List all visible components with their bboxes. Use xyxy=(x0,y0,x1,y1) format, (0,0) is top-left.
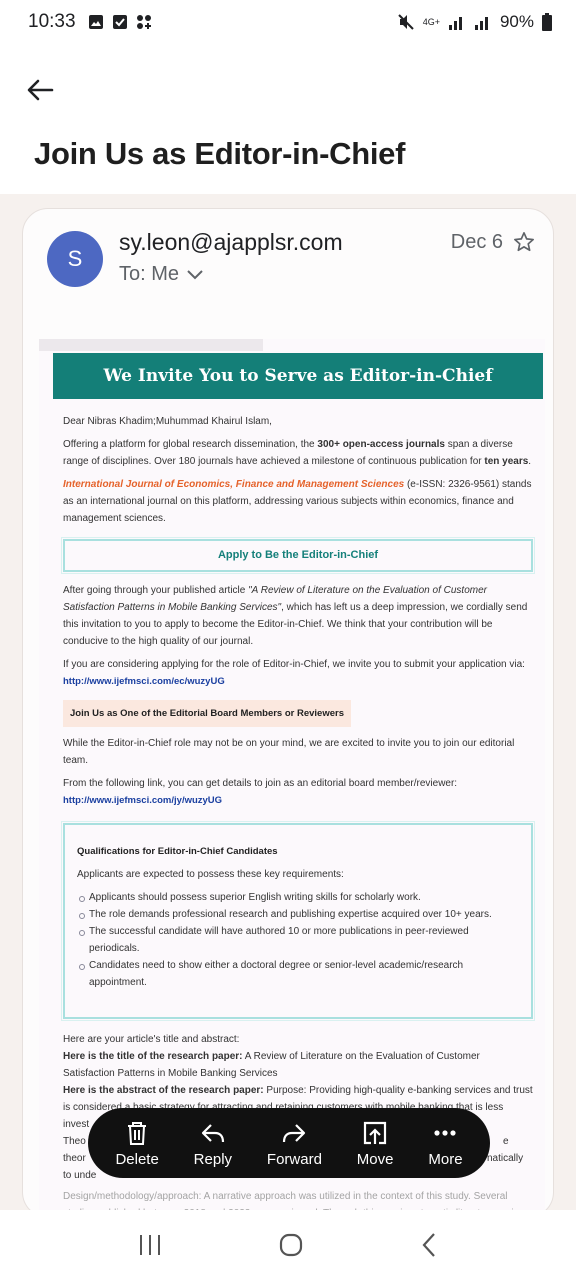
move-button[interactable]: Move xyxy=(356,1119,394,1168)
message-date: Dec 6 xyxy=(450,231,503,253)
forward-button[interactable]: Forward xyxy=(267,1119,322,1168)
application-paragraph: If you are considering applying for the … xyxy=(63,656,533,690)
more-label: More xyxy=(428,1150,463,1168)
abstract-label: Here is the abstract of the research pap… xyxy=(63,1085,264,1096)
home-icon[interactable] xyxy=(278,1232,304,1258)
intro-highlight-journals: 300+ open-access journals xyxy=(317,439,445,450)
abstract-fragment: to unde xyxy=(63,1170,97,1181)
back-button[interactable] xyxy=(20,70,60,110)
sender-address[interactable]: sy.leon@ajapplsr.com xyxy=(119,229,343,256)
paper-title-label: Here is the title of the research paper: xyxy=(63,1051,243,1062)
email-body: We Invite You to Serve as Editor-in-Chie… xyxy=(39,339,545,1217)
move-to-folder-icon xyxy=(364,1121,387,1144)
network-type: 4G+ xyxy=(422,16,440,27)
message-action-bar: Delete Reply Forward Move More xyxy=(88,1108,490,1178)
chevron-down-icon xyxy=(187,269,203,279)
more-dots-icon xyxy=(434,1129,457,1136)
abstract-fragment: e xyxy=(503,1136,509,1147)
journal-paragraph: International Journal of Economics, Fina… xyxy=(63,476,533,527)
intro-period: . xyxy=(528,456,532,467)
email-content: Dear Nibras Khadim;Muhummad Khairul Isla… xyxy=(61,413,535,1217)
battery-percent: 90% xyxy=(499,12,534,31)
list-item: Applicants should possess superior Engli… xyxy=(77,889,519,906)
intro-text: Offering a platform for global research … xyxy=(63,439,318,450)
abstract-fragment: Theo xyxy=(63,1136,86,1147)
delete-label: Delete xyxy=(115,1150,159,1168)
qualifications-title: Qualifications for Editor-in-Chief Candi… xyxy=(77,846,278,857)
apply-link[interactable]: http://www.ijefmsci.com/ec/wuzyUG xyxy=(63,676,225,687)
abstract-fragment: theor xyxy=(63,1153,86,1164)
intro-paragraph: Offering a platform for global research … xyxy=(63,436,533,470)
board-paragraph: From the following link, you can get det… xyxy=(63,775,533,809)
intro-highlight-years: ten years xyxy=(484,456,529,467)
email-subject: Join Us as Editor-in-Chief xyxy=(34,136,406,171)
signal-icon xyxy=(448,17,462,30)
system-nav-bar xyxy=(0,1210,576,1280)
mute-icon xyxy=(397,14,414,30)
status-time: 10:33 xyxy=(28,11,76,32)
greeting: Dear Nibras Khadim;Muhummad Khairul Isla… xyxy=(63,416,272,427)
list-item: Candidates need to show either a doctora… xyxy=(77,957,519,991)
arrow-left-icon xyxy=(27,79,54,101)
board-link[interactable]: http://www.ijefmsci.com/jy/wuzyUG xyxy=(63,795,222,806)
avatar[interactable]: S xyxy=(47,231,103,287)
recipient-toggle[interactable]: To: Me xyxy=(119,263,203,286)
qualifications-box: Qualifications for Editor-in-Chief Candi… xyxy=(61,821,535,1021)
invitation-paragraph: After going through your published artic… xyxy=(63,582,533,650)
reply-icon xyxy=(201,1123,224,1142)
board-text: From the following link, you can get det… xyxy=(63,778,458,789)
abstract-fragment: natically xyxy=(487,1153,524,1164)
trash-icon xyxy=(128,1121,147,1145)
signal-icon-2 xyxy=(474,17,488,30)
forward-label: Forward xyxy=(266,1150,322,1168)
article-intro: Here are your article's title and abstra… xyxy=(63,1034,240,1045)
move-label: Move xyxy=(356,1150,394,1168)
gallery-icon xyxy=(88,15,103,29)
paper-title-paragraph: Here is the title of the research paper:… xyxy=(63,1048,533,1082)
notification-icons xyxy=(88,14,152,30)
system-status: 4G+ 90% xyxy=(397,12,552,32)
battery-icon xyxy=(542,13,552,31)
back-nav-icon[interactable] xyxy=(419,1232,439,1258)
team-paragraph: While the Editor-in-Chief role may not b… xyxy=(63,738,515,766)
forward-icon xyxy=(283,1123,306,1142)
email-header: Join Us as Editor-in-Chief xyxy=(0,44,576,194)
apps-icon xyxy=(136,15,151,29)
status-bar: 10:33 4G+ 90% xyxy=(0,0,576,44)
checkbox-icon xyxy=(112,15,127,29)
list-item: The role demands professional research a… xyxy=(77,906,519,923)
apply-heading: Apply to Be the Editor-in-Chief xyxy=(61,537,535,574)
message-card: S sy.leon@ajapplsr.com To: Me Dec 6 We I… xyxy=(22,208,554,1218)
more-button[interactable]: More xyxy=(428,1119,463,1168)
qualifications-list: Applicants should possess superior Engli… xyxy=(77,889,519,991)
mail-area: S sy.leon@ajapplsr.com To: Me Dec 6 We I… xyxy=(0,194,576,1218)
reply-button[interactable]: Reply xyxy=(194,1119,232,1168)
application-text: If you are considering applying for the … xyxy=(63,659,525,670)
invitation-text: After going through your published artic… xyxy=(63,585,249,596)
abstract-fragment: invest xyxy=(63,1119,90,1130)
faded-line: Design/methodology/approach: A narrative… xyxy=(63,1191,508,1202)
recipient-label: To: Me xyxy=(119,263,180,285)
reply-label: Reply xyxy=(193,1150,233,1168)
qualifications-intro: Applicants are expected to possess these… xyxy=(77,869,344,880)
invite-banner: We Invite You to Serve as Editor-in-Chie… xyxy=(53,353,543,399)
join-heading: Join Us as One of the Editorial Board Me… xyxy=(63,700,351,727)
star-icon[interactable] xyxy=(513,231,535,253)
journal-name: International Journal of Economics, Fina… xyxy=(63,479,405,490)
recent-apps-icon[interactable] xyxy=(137,1233,163,1257)
delete-button[interactable]: Delete xyxy=(115,1119,159,1168)
body-top-strip xyxy=(39,339,263,351)
list-item: The successful candidate will have autho… xyxy=(77,923,519,957)
